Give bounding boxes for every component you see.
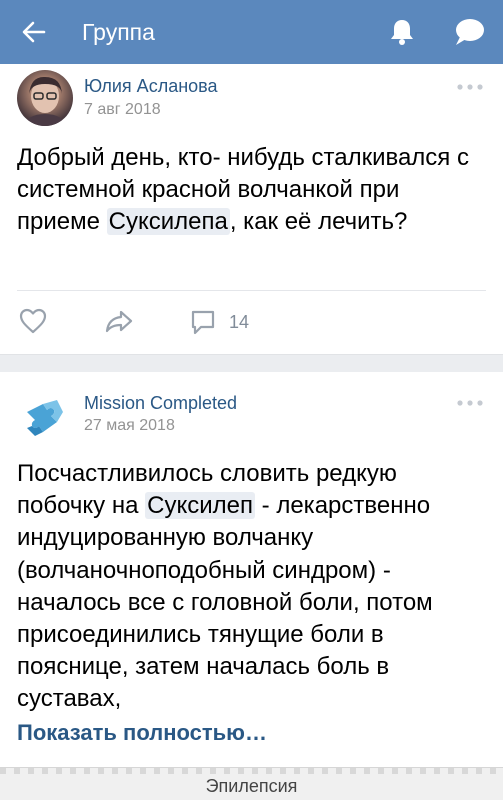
post-author[interactable]: Mission Completed [84, 393, 237, 414]
post-author[interactable]: Юлия Асланова [84, 76, 218, 97]
more-options-icon[interactable] [456, 399, 484, 407]
comment-icon[interactable] [189, 308, 217, 336]
post-text: Добрый день, кто- нибудь сталкивался с с… [17, 144, 469, 235]
highlighted-term: Суксилепа [106, 208, 230, 235]
post-separator [0, 354, 503, 372]
post-date: 27 мая 2018 [84, 417, 175, 434]
bell-icon[interactable] [386, 16, 418, 48]
share-icon[interactable] [104, 308, 134, 334]
divider [17, 290, 486, 291]
more-options-icon[interactable] [456, 83, 484, 91]
page-title: Группа [82, 19, 155, 45]
puzzle-icon [27, 400, 63, 436]
status-strip [0, 768, 503, 774]
bottom-bar-label[interactable]: Эпилепсия [0, 776, 503, 797]
heart-icon[interactable] [19, 308, 47, 334]
user-photo-icon [25, 76, 65, 126]
feed-post: Mission Completed 27 мая 2018 Посчастлив… [0, 372, 503, 770]
highlighted-term: Суксилеп [145, 492, 255, 520]
app-header: Группа [0, 0, 503, 64]
comments-count: 14 [229, 312, 250, 332]
bottom-bar: Эпилепсия [0, 767, 503, 800]
chat-bubble-icon[interactable] [452, 16, 486, 48]
arrow-left-icon[interactable] [18, 16, 50, 48]
avatar[interactable] [17, 390, 73, 446]
feed-post: Юлия Асланова 7 авг 2018 Добрый день, кт… [0, 64, 503, 354]
avatar[interactable] [17, 70, 73, 126]
show-more-link[interactable]: Показать полностью… [17, 720, 267, 746]
post-actions: 14 [0, 304, 503, 340]
post-date: 7 авг 2018 [84, 101, 161, 118]
post-text: Посчастливилось словить редкую побочку н… [17, 460, 433, 713]
